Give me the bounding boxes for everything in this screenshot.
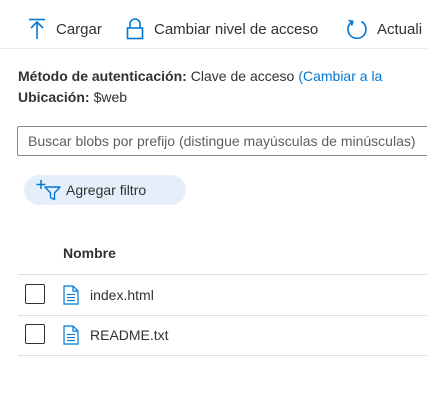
auth-method-value: Clave de acceso: [190, 68, 295, 84]
add-filter-label: Agregar filtro: [66, 182, 147, 198]
location-row: Ubicación: $web: [18, 87, 382, 108]
add-filter-button[interactable]: Agregar filtro: [24, 175, 186, 205]
blob-prefix-search-input[interactable]: [18, 127, 427, 155]
auth-method-label: Método de autenticación:: [18, 68, 187, 84]
file-name[interactable]: README.txt: [90, 327, 169, 343]
column-header-name[interactable]: Nombre: [63, 245, 116, 261]
row-checkbox[interactable]: [25, 324, 45, 344]
upload-icon: [28, 18, 46, 40]
file-name[interactable]: index.html: [90, 287, 154, 303]
storage-container-view: Cargar Cambiar nivel de acceso Actuali M…: [0, 0, 427, 408]
switch-auth-method-link[interactable]: (Cambiar a la: [298, 68, 382, 84]
upload-button[interactable]: Cargar: [28, 16, 102, 42]
location-value: $web: [93, 89, 128, 105]
upload-label: Cargar: [56, 20, 102, 38]
table-row[interactable]: index.html: [18, 275, 427, 316]
blob-table-header: Nombre: [18, 232, 427, 275]
document-icon: [63, 325, 79, 350]
location-label: Ubicación:: [18, 89, 90, 105]
add-filter-icon: [36, 179, 62, 206]
refresh-icon: [346, 18, 368, 40]
document-icon: [63, 285, 79, 310]
refresh-label: Actuali: [377, 20, 423, 38]
lock-icon: [126, 18, 144, 40]
table-row[interactable]: README.txt: [18, 315, 427, 356]
command-bar: Cargar Cambiar nivel de acceso Actuali: [0, 12, 427, 49]
change-access-level-button[interactable]: Cambiar nivel de acceso: [126, 16, 318, 42]
search-box: [17, 126, 427, 156]
row-checkbox[interactable]: [25, 284, 45, 304]
change-access-level-label: Cambiar nivel de acceso: [154, 20, 319, 38]
container-info: Método de autenticación: Clave de acceso(…: [18, 66, 382, 108]
refresh-button[interactable]: Actuali: [346, 16, 422, 42]
auth-method-row: Método de autenticación: Clave de acceso(…: [18, 66, 382, 87]
